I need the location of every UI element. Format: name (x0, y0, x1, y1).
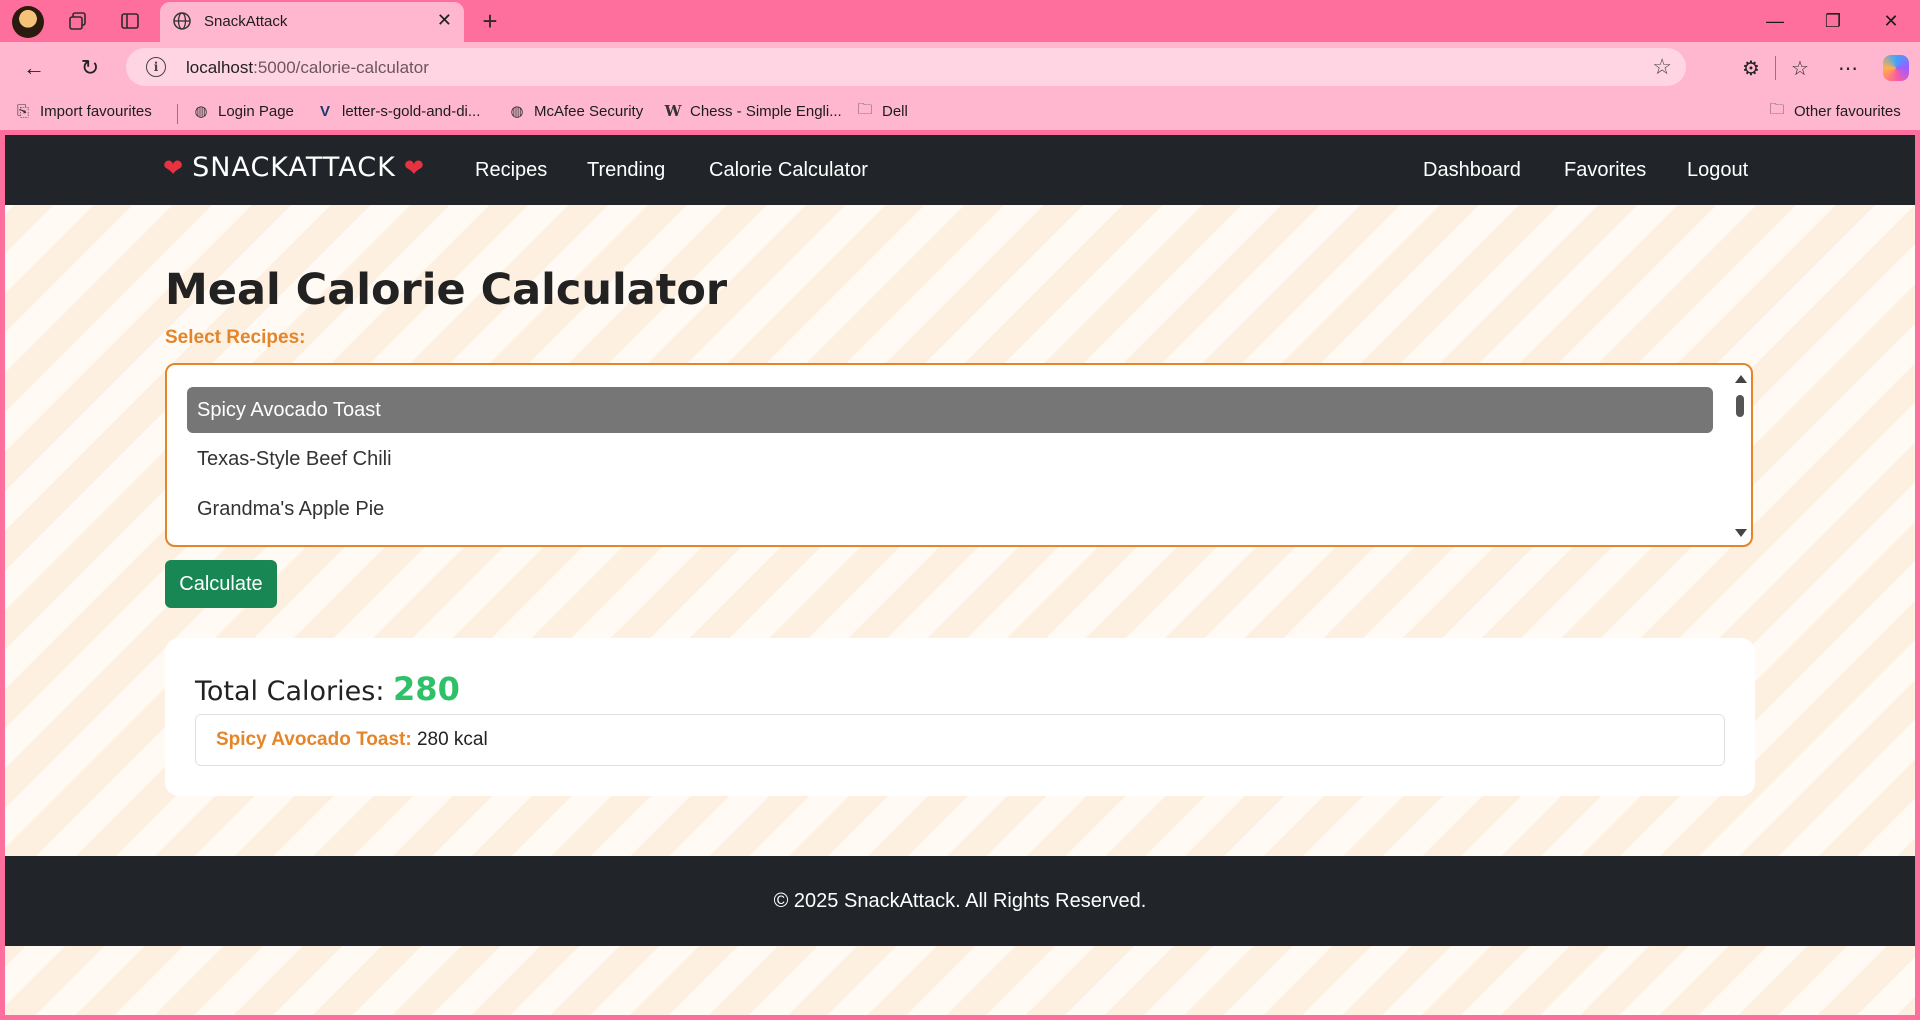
favorites-bar: ⎘ Import favourites ◍ Login Page V lette… (0, 94, 1920, 130)
favorite-import[interactable]: ⎘ Import favourites (14, 102, 152, 120)
globe-icon: ◍ (194, 103, 208, 120)
site-footer: © 2025 SnackAttack. All Rights Reserved. (5, 856, 1915, 946)
recipe-option-apple-pie[interactable]: Grandma's Apple Pie (187, 486, 1713, 532)
refresh-icon[interactable]: ↻ (74, 52, 106, 84)
import-icon: ⎘ (16, 102, 29, 120)
new-tab-icon[interactable]: + (476, 6, 504, 36)
scroll-down-arrow-icon[interactable] (1735, 529, 1747, 537)
back-icon[interactable]: ← (18, 52, 50, 84)
page-viewport: ❤ SNACKATTACK ❤ Recipes Trending Calorie… (5, 135, 1915, 1015)
nav-dashboard[interactable]: Dashboard (1423, 159, 1521, 182)
nav-logout[interactable]: Logout (1687, 159, 1748, 182)
recipe-option-spicy-avocado-toast[interactable]: Spicy Avocado Toast (187, 387, 1713, 433)
workspaces-icon[interactable] (64, 8, 92, 34)
favorite-login-page[interactable]: ◍ Login Page (192, 102, 293, 121)
calorie-result-card: Total Calories: 280 Spicy Avocado Toast:… (165, 638, 1755, 796)
minimize-icon[interactable]: — (1746, 0, 1804, 42)
nav-favorites[interactable]: Favorites (1564, 159, 1646, 182)
wikipedia-icon: W (664, 102, 682, 120)
site-info-icon[interactable]: i (146, 57, 166, 77)
scroll-up-arrow-icon[interactable] (1735, 375, 1747, 383)
select-recipes-label: Select Recipes: (165, 327, 306, 348)
heart-icon: ❤ (403, 153, 425, 182)
recipe-option-texas-beef-chili[interactable]: Texas-Style Beef Chili (187, 436, 1713, 482)
recipe-multiselect[interactable]: Spicy Avocado Toast Texas-Style Beef Chi… (165, 363, 1753, 547)
nav-recipes[interactable]: Recipes (475, 159, 547, 182)
folder-icon: 🗀 (1769, 100, 1785, 118)
folder-icon: 🗀 (857, 100, 873, 118)
address-bar[interactable]: i localhost:5000/calorie-calculator ☆ (126, 48, 1686, 86)
tab-actions-icon[interactable] (116, 8, 144, 34)
favorite-letter-s[interactable]: V letter-s-gold-and-di... (316, 102, 480, 120)
nav-trending[interactable]: Trending (587, 159, 665, 182)
v-logo-icon: V (319, 102, 330, 120)
url-text[interactable]: localhost:5000/calorie-calculator (186, 58, 429, 78)
page-title: Meal Calorie Calculator (165, 265, 728, 315)
other-favorites[interactable]: 🗀 Other favourites (1768, 100, 1900, 120)
close-tab-icon[interactable]: ✕ (437, 10, 452, 31)
window-close-icon[interactable]: ✕ (1862, 0, 1920, 42)
restore-icon[interactable]: ❐ (1804, 0, 1862, 42)
browser-toolbar: ← ↻ i localhost:5000/calorie-calculator … (0, 42, 1920, 94)
nav-calorie-calculator[interactable]: Calorie Calculator (709, 159, 868, 182)
heart-icon: ❤ (163, 153, 185, 182)
profile-avatar[interactable] (12, 6, 44, 38)
favorite-chess[interactable]: W Chess - Simple Engli... (664, 102, 842, 120)
calculate-button[interactable]: Calculate (165, 560, 277, 608)
scroll-thumb[interactable] (1736, 395, 1744, 417)
favorites-list-icon[interactable]: ☆ (1776, 50, 1824, 86)
favorite-dell[interactable]: 🗀 Dell (856, 100, 907, 120)
footer-copyright: © 2025 SnackAttack. All Rights Reserved. (773, 889, 1147, 912)
more-menu-icon[interactable]: ⋯ (1824, 50, 1872, 86)
globe-icon: ◍ (510, 103, 524, 120)
total-calories-value: 280 (393, 670, 460, 708)
favorite-mcafee[interactable]: ◍ McAfee Security (508, 102, 643, 121)
browser-tab-strip: SnackAttack ✕ + — ❐ ✕ (0, 0, 1920, 42)
listbox-scrollbar[interactable] (1733, 373, 1747, 539)
tab-title: SnackAttack (204, 13, 288, 30)
site-brand[interactable]: ❤ SNACKATTACK ❤ (163, 152, 425, 183)
site-navbar: ❤ SNACKATTACK ❤ Recipes Trending Calorie… (5, 135, 1915, 205)
calorie-breakdown-item: Spicy Avocado Toast: 280 kcal (195, 714, 1725, 766)
extensions-icon[interactable]: ⚙ (1727, 50, 1775, 86)
copilot-icon[interactable] (1872, 50, 1920, 86)
browser-tab-active[interactable]: SnackAttack ✕ (160, 2, 464, 42)
globe-icon (173, 12, 191, 30)
total-calories: Total Calories: 280 (195, 670, 460, 708)
favorite-star-icon[interactable]: ☆ (1652, 54, 1672, 80)
